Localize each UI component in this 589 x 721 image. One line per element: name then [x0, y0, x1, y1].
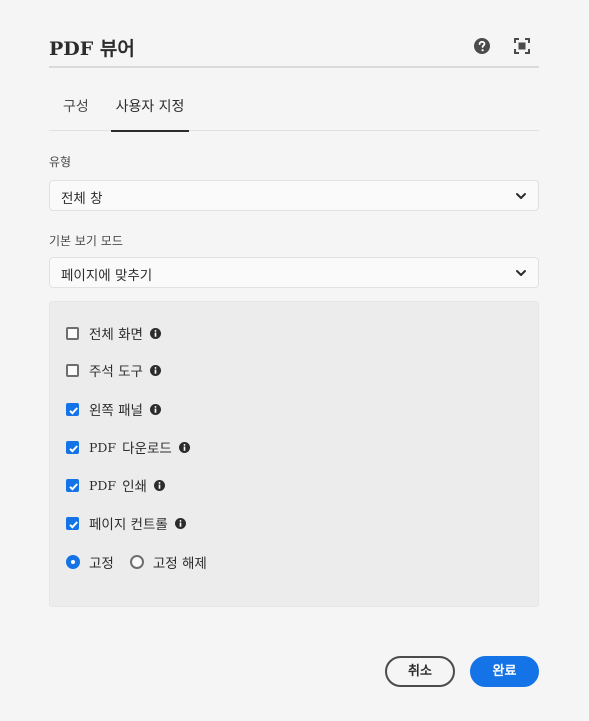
info-icon[interactable]	[174, 517, 186, 529]
checkmark-icon	[69, 482, 78, 491]
option-pdf-download[interactable]: PDF 다운로드	[66, 437, 190, 457]
option-pdf-print[interactable]: PDF 인쇄	[66, 475, 165, 495]
done-button[interactable]: 완료	[470, 656, 539, 687]
option-annotation-tools[interactable]: 주석 도구	[66, 360, 161, 380]
option-page-controls[interactable]: 페이지 컨트롤	[66, 513, 186, 533]
option-left-panel-checkbox[interactable]	[66, 402, 79, 416]
type-select[interactable]: 전체 창	[49, 180, 539, 211]
checkmark-icon	[69, 406, 78, 415]
checkmark-icon	[69, 444, 78, 453]
option-fullscreen-checkbox[interactable]	[66, 326, 79, 340]
dock-unfixed-label: 고정 해제	[152, 556, 207, 572]
cancel-button[interactable]: 취소	[385, 656, 455, 687]
options-panel: 전체 화면 주석 도구 왼쪽 패널 PDF 다운로드 PDF 인쇄 페이지 컨트…	[49, 301, 539, 607]
fullscreen-icon[interactable]	[513, 37, 531, 55]
view-mode-select-value: 페이지에 맞추기	[61, 268, 153, 284]
dock-radio-group: 고정 고정 해제	[66, 552, 207, 572]
pdf-viewer-dialog: PDF 뷰어 구성 사용자 지정 유형 전체 창 기본 보기 모드 페이지에 맞…	[0, 0, 589, 721]
title-pdf: PDF	[49, 38, 94, 60]
tab-bar: 구성 사용자 지정	[49, 92, 539, 132]
option-fullscreen[interactable]: 전체 화면	[66, 323, 161, 343]
type-label: 유형	[49, 155, 72, 169]
option-annotation-tools-label: 주석 도구	[89, 364, 143, 380]
option-pdf-download-prefix: PDF	[89, 439, 117, 455]
tab-custom[interactable]: 사용자 지정	[111, 96, 189, 132]
option-pdf-download-label: 다운로드	[122, 441, 172, 457]
option-page-controls-checkbox[interactable]	[66, 516, 79, 530]
checkmark-icon	[69, 520, 78, 529]
info-icon[interactable]	[153, 479, 165, 491]
tab-configuration[interactable]: 구성	[63, 96, 89, 131]
chevron-down-icon	[516, 193, 526, 199]
view-mode-select[interactable]: 페이지에 맞추기	[49, 257, 539, 288]
info-icon[interactable]	[149, 364, 161, 376]
view-mode-label: 기본 보기 모드	[49, 234, 123, 248]
option-pdf-download-checkbox[interactable]	[66, 440, 79, 454]
dock-unfixed-radio[interactable]	[129, 555, 144, 569]
info-icon[interactable]	[149, 403, 161, 415]
option-annotation-tools-checkbox[interactable]	[66, 363, 79, 377]
title-viewer: 뷰어	[99, 38, 135, 60]
type-select-value: 전체 창	[61, 191, 103, 207]
dock-fixed-radio[interactable]	[66, 555, 80, 569]
option-fullscreen-label: 전체 화면	[89, 327, 143, 343]
option-pdf-print-prefix: PDF	[89, 477, 117, 493]
option-pdf-print-checkbox[interactable]	[66, 478, 79, 492]
dialog-title: PDF 뷰어	[49, 34, 135, 61]
option-page-controls-label: 페이지 컨트롤	[89, 517, 168, 533]
option-pdf-print-label: 인쇄	[122, 479, 147, 495]
info-icon[interactable]	[178, 441, 190, 453]
dock-fixed-label: 고정	[89, 556, 114, 572]
info-icon[interactable]	[149, 327, 161, 339]
dialog-header: PDF 뷰어	[49, 28, 539, 68]
option-left-panel-label: 왼쪽 패널	[89, 403, 143, 419]
option-left-panel[interactable]: 왼쪽 패널	[66, 399, 161, 419]
help-circle-icon[interactable]	[473, 37, 491, 55]
chevron-down-icon	[516, 270, 526, 276]
